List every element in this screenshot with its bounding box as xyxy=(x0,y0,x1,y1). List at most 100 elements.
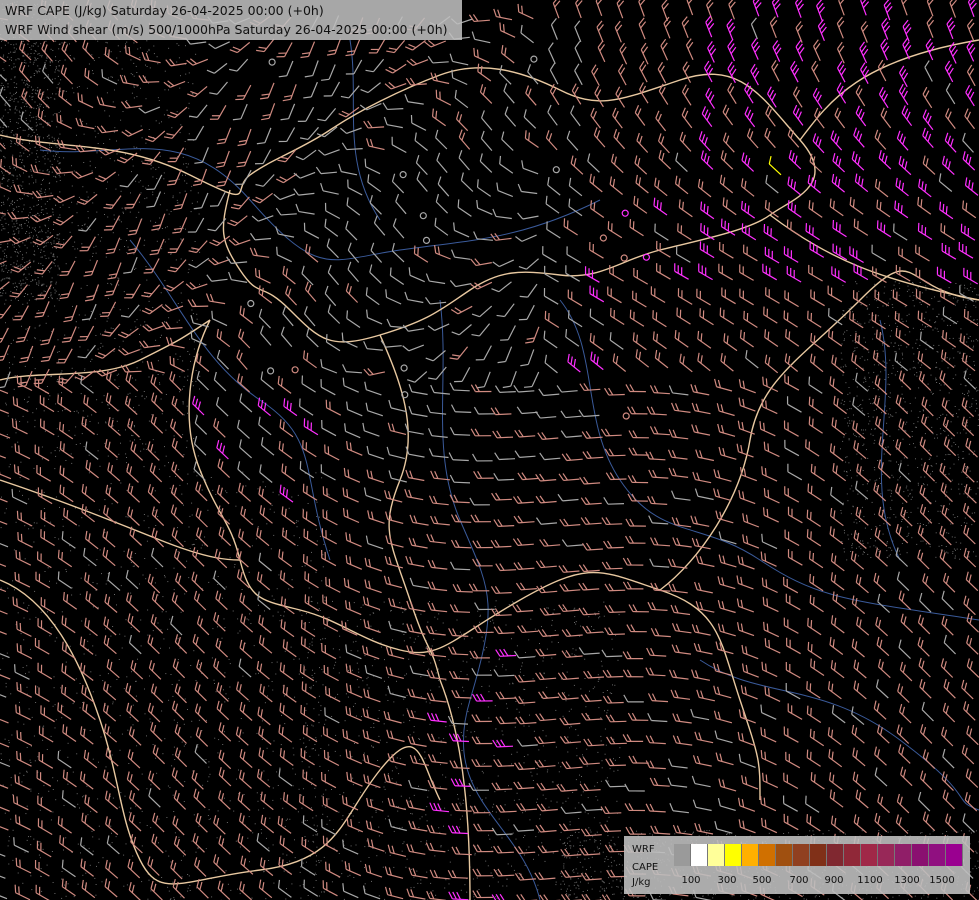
terrain-dot xyxy=(228,698,230,700)
terrain-dot xyxy=(125,516,127,518)
terrain-dot xyxy=(860,404,862,405)
terrain-dot xyxy=(34,590,36,592)
terrain-dot xyxy=(1,496,2,498)
terrain-dot xyxy=(361,716,362,717)
terrain-dot xyxy=(34,229,35,231)
terrain-dot xyxy=(87,509,88,511)
terrain-dot xyxy=(179,226,181,228)
terrain-dot xyxy=(917,347,919,349)
terrain-dot xyxy=(874,283,876,285)
terrain-dot xyxy=(925,341,927,343)
terrain-dot xyxy=(76,692,78,694)
terrain-dot xyxy=(946,357,948,359)
terrain-dot xyxy=(131,671,132,673)
terrain-dot xyxy=(587,889,588,891)
terrain-dot xyxy=(173,746,175,748)
terrain-dot xyxy=(840,402,842,404)
terrain-dot xyxy=(844,401,846,403)
terrain-dot xyxy=(58,48,60,50)
terrain-dot xyxy=(131,556,133,558)
terrain-dot xyxy=(149,67,151,69)
terrain-dot xyxy=(261,738,263,740)
terrain-dot xyxy=(956,301,958,303)
terrain-dot xyxy=(116,140,117,142)
terrain-dot xyxy=(929,833,931,835)
terrain-dot xyxy=(192,249,194,251)
terrain-dot xyxy=(385,818,386,820)
terrain-dot xyxy=(319,667,320,669)
terrain-dot xyxy=(55,719,57,721)
terrain-dot xyxy=(887,302,889,304)
terrain-dot xyxy=(368,687,370,689)
terrain-dot xyxy=(932,288,934,289)
terrain-dot xyxy=(39,169,41,171)
terrain-dot xyxy=(529,714,530,716)
terrain-dot xyxy=(78,314,80,316)
terrain-dot xyxy=(433,638,435,640)
terrain-dot xyxy=(22,279,24,281)
terrain-dot xyxy=(43,246,45,248)
terrain-dot xyxy=(585,706,587,708)
terrain-dot xyxy=(387,700,389,701)
terrain-dot xyxy=(229,800,231,802)
terrain-dot xyxy=(865,378,867,380)
terrain-dot xyxy=(570,726,572,728)
terrain-dot xyxy=(56,298,58,300)
terrain-dot xyxy=(17,612,19,614)
terrain-dot xyxy=(154,451,156,453)
terrain-dot xyxy=(58,294,60,296)
terrain-dot xyxy=(77,248,79,250)
terrain-dot xyxy=(10,131,12,133)
terrain-dot xyxy=(17,265,19,267)
terrain-dot xyxy=(14,375,16,377)
terrain-dot xyxy=(166,817,168,818)
terrain-dot xyxy=(14,202,15,204)
terrain-dot xyxy=(148,879,150,881)
terrain-dot xyxy=(853,414,854,416)
terrain-dot xyxy=(123,688,125,690)
terrain-dot xyxy=(51,136,53,138)
terrain-dot xyxy=(111,832,112,834)
terrain-dot xyxy=(912,282,914,283)
terrain-dot xyxy=(20,198,22,200)
terrain-dot xyxy=(87,415,89,417)
terrain-dot xyxy=(20,285,22,287)
terrain-dot xyxy=(846,559,848,561)
terrain-dot xyxy=(29,235,31,237)
terrain-dot xyxy=(403,721,405,723)
terrain-dot xyxy=(313,628,315,630)
terrain-dot xyxy=(19,477,21,479)
terrain-dot xyxy=(3,203,5,205)
terrain-dot xyxy=(38,214,40,216)
terrain-dot xyxy=(272,750,274,752)
terrain-dot xyxy=(177,551,179,553)
terrain-dot xyxy=(24,51,26,53)
terrain-dot xyxy=(308,646,310,648)
terrain-dot xyxy=(61,897,63,899)
terrain-dot xyxy=(299,537,300,539)
terrain-dot xyxy=(906,421,908,423)
terrain-dot xyxy=(477,736,479,738)
terrain-dot xyxy=(973,305,975,306)
terrain-dot xyxy=(476,787,478,789)
terrain-dot xyxy=(225,870,227,872)
terrain-dot xyxy=(42,170,44,172)
terrain-dot xyxy=(535,836,537,838)
terrain-dot xyxy=(555,746,557,748)
terrain-dot xyxy=(289,818,291,820)
terrain-dot xyxy=(273,534,275,536)
terrain-dot xyxy=(119,749,121,751)
terrain-dot xyxy=(25,267,27,269)
terrain-dot xyxy=(161,228,163,229)
terrain-dot xyxy=(107,53,109,55)
terrain-dot xyxy=(88,648,89,650)
terrain-dot xyxy=(156,772,158,774)
terrain-dot xyxy=(49,144,51,146)
terrain-dot xyxy=(10,78,12,80)
terrain-dot xyxy=(487,706,489,708)
terrain-dot xyxy=(956,548,958,550)
terrain-dot xyxy=(52,777,54,779)
terrain-dot xyxy=(37,58,39,59)
terrain-dot xyxy=(861,429,862,431)
terrain-dot xyxy=(283,695,285,697)
